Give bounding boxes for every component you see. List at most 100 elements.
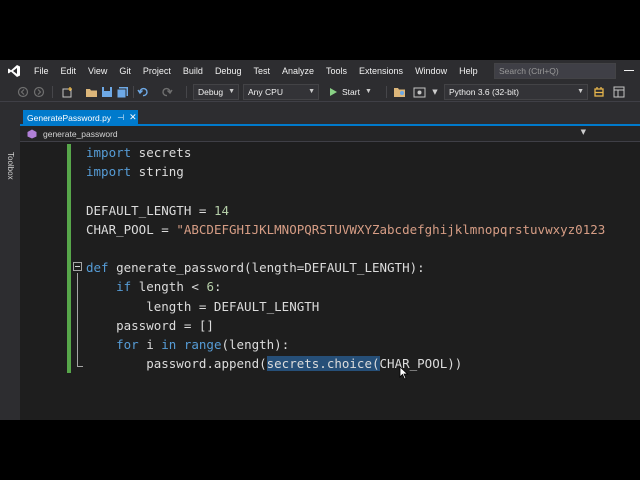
menu-item-test[interactable]: Test bbox=[247, 60, 276, 82]
toolbox-tab[interactable]: Toolbox bbox=[6, 152, 15, 180]
code-token: password = [] bbox=[86, 317, 214, 333]
code-token: 6 bbox=[206, 279, 214, 295]
search-box[interactable]: Search (Ctrl+Q) bbox=[494, 63, 616, 79]
platform-value: Any CPU bbox=[248, 87, 283, 97]
menu-item-build[interactable]: Build bbox=[177, 60, 209, 82]
outline-guide bbox=[77, 273, 78, 366]
code-line[interactable] bbox=[86, 181, 605, 200]
minimize-icon[interactable] bbox=[624, 70, 634, 71]
menu-item-view[interactable]: View bbox=[82, 60, 113, 82]
member-dropdown-value: generate_password bbox=[43, 128, 118, 139]
code-token: password.append( bbox=[86, 356, 267, 372]
code-line[interactable]: def generate_password(length=DEFAULT_LEN… bbox=[86, 258, 605, 277]
toolbar-separator bbox=[386, 86, 387, 98]
code-token: (length): bbox=[221, 336, 290, 352]
menu-item-edit[interactable]: Edit bbox=[55, 60, 83, 82]
code-token: generate_password(length=DEFAULT_LENGTH)… bbox=[108, 260, 425, 276]
code-token: in bbox=[161, 336, 177, 352]
menu-item-analyze[interactable]: Analyze bbox=[276, 60, 320, 82]
tab-label: GeneratePassword.py bbox=[27, 112, 112, 123]
navigation-bar[interactable]: generate_password ▼ bbox=[20, 126, 640, 142]
code-token: if bbox=[116, 279, 132, 295]
forward-icon[interactable] bbox=[32, 85, 46, 99]
back-icon[interactable] bbox=[16, 85, 30, 99]
python-environment-dropdown[interactable]: Python 3.6 (32-bit) ▼ bbox=[444, 84, 588, 100]
code-token: import bbox=[86, 164, 132, 180]
toolbar-separator bbox=[52, 86, 53, 98]
code-line[interactable]: password = [] bbox=[86, 316, 605, 335]
menu-bar: File Edit View Git Project Build Debug Test Anal… bbox=[0, 60, 640, 82]
layout-icon[interactable] bbox=[612, 85, 626, 99]
menu-item-debug[interactable]: Debug bbox=[209, 60, 248, 82]
toolbar-separator bbox=[133, 86, 134, 98]
code-line[interactable] bbox=[86, 239, 605, 258]
visual-studio-logo-icon[interactable] bbox=[0, 60, 28, 82]
play-icon bbox=[330, 88, 337, 96]
toolbox-strip: Toolbox bbox=[0, 102, 20, 420]
method-icon bbox=[27, 129, 37, 138]
code-token: length < bbox=[131, 279, 207, 295]
code-line[interactable]: for i in range(length): bbox=[86, 335, 605, 354]
code-token: length = DEFAULT_LENGTH bbox=[86, 298, 320, 314]
code-token: "ABCDEFGHIJKLMNOPQRSTUVWXYZabcdefghijklm… bbox=[176, 221, 606, 237]
letterbox-bottom bbox=[0, 420, 640, 480]
visual-studio-window: File Edit View Git Project Build Debug Test Anal… bbox=[0, 60, 640, 420]
menu-item-extensions[interactable]: Extensions bbox=[353, 60, 409, 82]
attach-icon[interactable] bbox=[392, 85, 406, 99]
code-line[interactable]: length = DEFAULT_LENGTH bbox=[86, 297, 605, 316]
code-token: : bbox=[213, 279, 222, 295]
configuration-value: Debug bbox=[198, 87, 224, 97]
code-token: for bbox=[116, 336, 139, 352]
standard-toolbar: Debug ▼ Any CPU ▼ Start ▼ ▼ Python 3.6 (32… bbox=[0, 82, 640, 102]
code-token: string bbox=[131, 164, 184, 180]
start-label: Start bbox=[342, 87, 360, 97]
code-token: CHAR_POOL)) bbox=[379, 356, 463, 372]
mouse-pointer-icon bbox=[399, 366, 409, 380]
start-debugging-button[interactable]: Start ▼ bbox=[328, 84, 372, 100]
chevron-down-icon: ▼ bbox=[577, 88, 584, 95]
save-icon[interactable] bbox=[100, 85, 114, 99]
close-icon[interactable]: ✕ bbox=[129, 113, 137, 123]
code-line[interactable]: import string bbox=[86, 162, 605, 181]
code-token: DEFAULT_LENGTH = bbox=[86, 202, 214, 218]
code-line[interactable]: if length < 6: bbox=[86, 277, 605, 296]
menu-item-git[interactable]: Git bbox=[113, 60, 137, 82]
code-line[interactable]: DEFAULT_LENGTH = 14 bbox=[86, 201, 605, 220]
menu-item-help[interactable]: Help bbox=[453, 60, 484, 82]
code-line[interactable]: import secrets bbox=[86, 143, 605, 162]
menu-item-project[interactable]: Project bbox=[137, 60, 177, 82]
solution-configuration-dropdown[interactable]: Debug ▼ bbox=[193, 84, 239, 100]
dropdown-icon[interactable]: ▼ bbox=[428, 85, 442, 99]
code-token: i bbox=[138, 336, 162, 352]
redo-icon[interactable] bbox=[160, 85, 174, 99]
chevron-down-icon: ▼ bbox=[364, 88, 372, 95]
menu-item-file[interactable]: File bbox=[28, 60, 55, 82]
screenshot-icon[interactable] bbox=[412, 85, 426, 99]
code-token: 14 bbox=[213, 202, 229, 218]
save-all-icon[interactable] bbox=[115, 85, 129, 99]
letterbox-top bbox=[0, 0, 640, 60]
solution-platform-dropdown[interactable]: Any CPU ▼ bbox=[243, 84, 319, 100]
tab-generatepassword-py[interactable]: GeneratePassword.py ⊣ ✕ bbox=[23, 110, 138, 125]
code-line[interactable]: password.append(secrets.choice(CHAR_POOL… bbox=[86, 354, 605, 373]
chevron-down-icon[interactable]: ▼ bbox=[581, 128, 586, 136]
collapse-outline-icon[interactable] bbox=[73, 262, 82, 271]
change-tracking-bar bbox=[67, 144, 71, 373]
code-line[interactable]: CHAR_POOL = "ABCDEFGHIJKLMNOPQRSTUVWXYZa… bbox=[86, 220, 605, 239]
extension-icon[interactable] bbox=[592, 85, 606, 99]
menu-item-window[interactable]: Window bbox=[409, 60, 453, 82]
open-folder-icon[interactable] bbox=[84, 85, 98, 99]
menu-item-tools[interactable]: Tools bbox=[320, 60, 353, 82]
selected-text: secrets.choice( bbox=[266, 356, 380, 372]
new-project-icon[interactable] bbox=[60, 85, 74, 99]
undo-icon[interactable] bbox=[136, 85, 150, 99]
document-tab-row: GeneratePassword.py ⊣ ✕ bbox=[20, 102, 640, 126]
code-token: CHAR_POOL = bbox=[86, 221, 177, 237]
code-content[interactable]: import secrets import string DEFAULT_LENG… bbox=[86, 143, 605, 373]
vertical-scrollbar[interactable] bbox=[629, 142, 640, 420]
pin-icon[interactable]: ⊣ bbox=[117, 113, 124, 122]
toolbar-separator bbox=[186, 86, 187, 98]
